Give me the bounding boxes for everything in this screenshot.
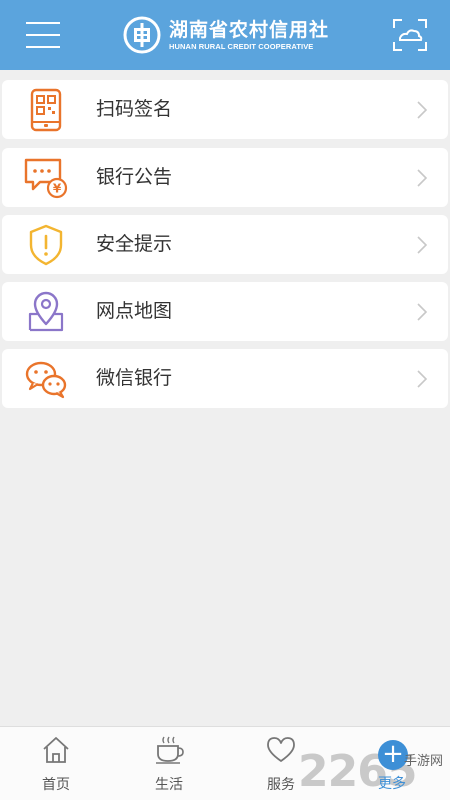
scan-icon[interactable] [392,18,428,52]
chevron-right-icon [417,169,428,187]
tab-label: 首页 [42,777,70,793]
hamburger-menu-icon[interactable] [26,20,60,50]
bank-logo-icon [123,16,161,54]
app-screen: 湖南省农村信用社 HUNAN RURAL CREDIT COOPERATIVE [0,0,450,800]
menu-item-bank-announcement[interactable]: ¥ 银行公告 [2,148,448,207]
shield-icon [29,224,63,266]
chevron-right-icon [417,370,428,388]
menu-item-label: 网点地图 [96,300,173,322]
svg-text:¥: ¥ [53,182,62,196]
watermark-text: 手游网 [404,754,444,769]
coffee-cup-icon [156,736,184,764]
wechat-icon [25,361,67,399]
announcement-chat-icon: ¥ [24,158,68,199]
map-pin-icon [28,291,64,332]
tab-more[interactable]: 更多 [378,773,406,793]
site-watermark: 2265 + 手游网 [298,740,448,798]
app-header: 湖南省农村信用社 HUNAN RURAL CREDIT COOPERATIVE [0,0,450,70]
menu-item-security-tips[interactable]: 安全提示 [2,215,448,274]
chevron-right-icon [417,101,428,119]
brand-title: 湖南省农村信用社 [169,18,330,41]
menu-item-wechat-banking[interactable]: 微信银行 [2,349,448,408]
tab-life[interactable]: 生活 [124,727,214,800]
brand-subtitle: HUNAN RURAL CREDIT COOPERATIVE [169,41,314,51]
menu-item-label: 扫码签名 [96,98,173,120]
chevron-right-icon [417,236,428,254]
tab-home[interactable]: 首页 [11,727,101,800]
heart-icon [267,737,295,762]
brand: 湖南省农村信用社 HUNAN RURAL CREDIT COOPERATIVE [123,14,329,56]
menu-item-scan-sign[interactable]: 扫码签名 [2,80,448,139]
qr-phone-icon [30,88,62,132]
menu-item-label: 微信银行 [96,367,173,389]
chevron-right-icon [417,303,428,321]
home-icon [43,737,69,763]
menu-item-label: 安全提示 [96,233,173,255]
tab-label: 生活 [155,777,183,793]
menu-item-label: 银行公告 [96,166,173,188]
menu-item-branch-map[interactable]: 网点地图 [2,282,448,341]
